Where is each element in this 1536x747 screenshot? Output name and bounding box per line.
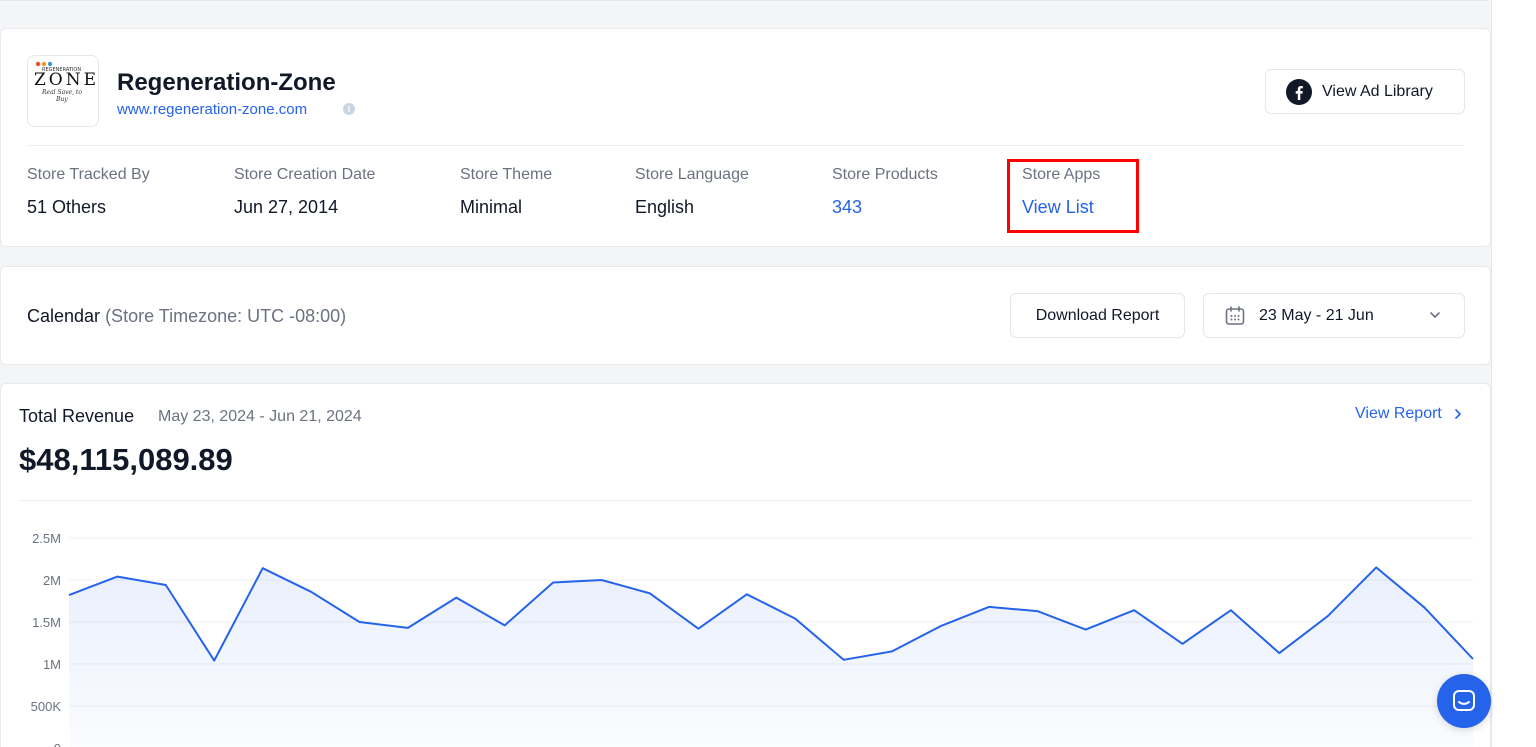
download-report-button[interactable]: Download Report [1010,293,1185,338]
chart-point[interactable] [647,590,653,596]
chart-point[interactable] [1373,564,1379,570]
chart-area-fill [69,567,1473,747]
chart-point[interactable] [260,565,266,571]
chart-point[interactable] [1131,607,1137,613]
date-range-dropdown[interactable]: 23 May - 21 Jun [1203,293,1465,338]
store-logo: REGENERATION ZONE Real Save, to Buy [27,55,99,127]
stat-label: Store Theme [460,166,553,183]
stat-theme: Store Theme Minimal [460,166,552,218]
chart-point[interactable] [695,626,701,632]
scrollbar-rail[interactable] [1491,0,1536,747]
chart-point[interactable] [841,657,847,663]
stat-label: Store Creation Date [234,166,376,183]
info-icon[interactable]: i [343,103,355,115]
page: REGENERATION ZONE Real Save, to Buy Rege… [0,0,1536,747]
calendar-timezone: (Store Timezone: UTC -08:00) [105,306,347,326]
chart-point[interactable] [986,604,992,610]
chart-point[interactable] [1180,641,1186,647]
date-range-value: 23 May - 21 Jun [1259,306,1374,324]
store-logo-image: REGENERATION ZONE Real Save, to Buy [34,61,99,103]
chart-point[interactable] [356,619,362,625]
calendar-icon [1225,305,1245,325]
stat-creation-date: Store Creation Date Jun 27, 2014 [234,166,375,218]
chart-y-tick-label: 500K [31,699,62,714]
stat-label: Store Tracked By [27,166,150,183]
chart-point[interactable] [1228,607,1234,613]
revenue-divider [19,500,1472,501]
store-divider [27,145,1464,146]
stat-value: English [635,197,695,217]
revenue-chart: 0 500K 1M 1.5M 2M 2.5M [31,531,1476,747]
chart-point[interactable] [1470,656,1476,662]
chart-point[interactable] [937,623,943,629]
view-report-label: View Report [1355,405,1442,422]
chevron-right-icon [1455,409,1461,419]
chart-point[interactable] [163,582,169,588]
view-report-link[interactable]: View Report [1355,405,1462,423]
stat-tracked-by: Store Tracked By 51 Others [27,166,150,218]
stat-products: Store Products 343 [832,166,938,218]
stat-language: Store Language English [635,166,749,218]
stat-label: Store Language [635,166,749,183]
chart-point[interactable] [66,592,72,598]
store-url-link[interactable]: www.regeneration-zone.com [117,101,307,118]
chart-point[interactable] [1034,608,1040,614]
calendar-title: Calendar (Store Timezone: UTC -08:00) [27,306,346,327]
store-card: REGENERATION ZONE Real Save, to Buy Rege… [0,28,1491,247]
chart-point[interactable] [792,616,798,622]
chart-point[interactable] [550,580,556,586]
stat-value: 51 Others [27,197,107,217]
view-ad-library-button[interactable]: View Ad Library [1265,69,1465,114]
revenue-amount: $48,115,089.89 [19,442,233,477]
chart-point[interactable] [599,577,605,583]
chat-icon [1453,690,1475,711]
logo-tagline-2: Buy [55,96,68,103]
facebook-icon [1286,78,1312,105]
chart-point[interactable] [1325,613,1331,619]
store-products-link[interactable]: 343 [832,197,938,218]
chart-point[interactable] [1276,650,1282,656]
view-ad-library-label: View Ad Library [1322,82,1433,100]
chart-point[interactable] [889,648,895,654]
chat-support-button[interactable] [1437,674,1491,728]
chevron-down-icon [1430,312,1440,318]
chart-point[interactable] [1083,627,1089,633]
chart-point[interactable] [114,574,120,580]
revenue-title: Total Revenue [19,406,135,426]
chart-point[interactable] [453,595,459,601]
calendar-title-text: Calendar [27,306,101,326]
stat-value: Minimal [460,197,523,217]
top-divider [0,0,1488,1]
chart-point[interactable] [1422,605,1428,611]
highlight-annotation-box [1007,159,1139,233]
revenue-card: Total Revenue May 23, 2024 - Jun 21, 202… [0,383,1491,747]
chart-point[interactable] [308,589,314,595]
stat-value: Jun 27, 2014 [234,197,339,217]
logo-tagline-1: Real Save, to [41,89,82,96]
chart-y-tick-label: 2M [43,573,61,588]
revenue-date-range: May 23, 2024 - Jun 21, 2024 [158,408,362,425]
chart-y-tick-label: 1M [43,657,61,672]
chart-point[interactable] [744,591,750,597]
stat-label: Store Products [832,166,938,183]
chart-y-tick-label: 2.5M [32,531,61,546]
chart-point[interactable] [211,658,217,664]
chart-y-tick-label: 0 [54,741,61,747]
chart-point[interactable] [405,625,411,631]
chart-point[interactable] [502,622,508,628]
chart-y-tick-label: 1.5M [32,615,61,630]
store-name: Regeneration-Zone [117,69,336,96]
calendar-card: Calendar (Store Timezone: UTC -08:00) Do… [0,266,1491,365]
logo-main-text: ZONE [34,70,99,90]
